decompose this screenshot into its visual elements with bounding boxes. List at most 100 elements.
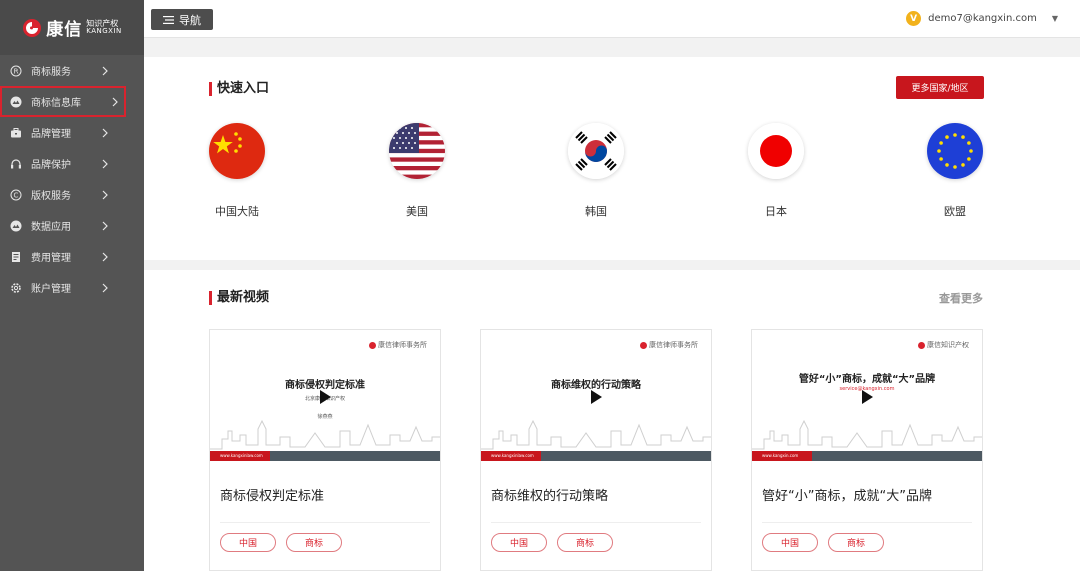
sidebar-item-label: 费用管理 [31,253,71,264]
bill-icon [10,251,22,263]
brand-logo[interactable]: 康信 知识产权 KANGXIN [0,0,144,55]
user-menu[interactable]: V demo7@kangxin.com ▼ [906,11,1058,26]
sidebar-item-label: 品牌保护 [31,160,71,171]
headset-icon [10,158,22,170]
brand-name: 康信 [46,20,83,40]
video-thumbnail[interactable]: 康信知识产权 管好“小”商标，成就“大”品牌 service@kangxin.c… [752,330,982,461]
video-thumbnail[interactable]: 康信律师事务所 商标侵权判定标准 北京康信知识产权 徐燕燕 www.kangxi… [210,330,440,461]
video-card[interactable]: 康信律师事务所 商标侵权判定标准 北京康信知识产权 徐燕燕 www.kangxi… [209,329,441,571]
quick-entry-title: 快速入口 [209,82,269,96]
briefcase-icon [10,127,22,139]
usa-flag-icon[interactable] [389,123,445,179]
top-bar: 导航 V demo7@kangxin.com ▼ [144,0,1080,38]
tag-category[interactable]: 商标 [828,533,884,552]
data-icon [10,220,22,232]
sidebar-item-brand-management[interactable]: 品牌管理 [0,117,144,148]
thumbnail-title: 商标侵权判定标准 [285,380,365,391]
navigation-button-label: 导航 [179,13,201,27]
quick-entry-panel: 快速入口 更多国家/地区 中国大陆 美国 韩国 日本 欧盟 [144,57,1080,260]
china-flag-icon[interactable] [209,123,265,179]
chevron-right-icon [98,157,112,171]
video-thumbnail[interactable]: 康信律师事务所 商标维权的行动策略 www.kangxinlaw.com [481,330,711,461]
brand-sub-en: KANGXIN [86,27,122,35]
thumbnail-url: www.kangxin.com [752,451,812,461]
chevron-right-icon [98,188,112,202]
chevron-right-icon [98,64,112,78]
vip-badge-icon: V [906,11,922,26]
video-title[interactable]: 商标侵权判定标准 [220,485,324,504]
sidebar-item-label: 账户管理 [31,284,71,295]
logo-dot-icon [918,341,925,349]
latest-videos-panel: 最新视频 查看更多 康信律师事务所 商标侵权判定标准 北京康信知识产权 徐燕燕 … [144,270,1080,571]
divider [491,522,701,523]
region-label[interactable]: 欧盟 [915,203,995,219]
database-icon [10,96,22,108]
thumbnail-url: www.kangxinlaw.com [210,451,270,461]
play-icon[interactable] [862,390,873,404]
tag-region[interactable]: 中国 [762,533,818,552]
sidebar: 康信 知识产权 KANGXIN R 商标服务 商标信息库 品牌管理 品牌保护 C… [0,0,144,571]
thumbnail-title: 管好“小”商标，成就“大”品牌 [798,374,936,385]
tag-region[interactable]: 中国 [491,533,547,552]
registered-icon: R [10,65,22,77]
latest-videos-title: 最新视频 [209,291,269,305]
sidebar-item-label: 商标服务 [31,67,71,78]
chevron-right-icon [98,250,112,264]
sidebar-item-label: 数据应用 [31,222,71,233]
region-label[interactable]: 美国 [377,203,457,219]
chevron-right-icon [98,126,112,140]
chevron-right-icon [108,95,122,109]
sidebar-item-fee-management[interactable]: 费用管理 [0,241,144,272]
city-skyline-icon [210,419,440,450]
video-card[interactable]: 康信知识产权 管好“小”商标，成就“大”品牌 service@kangxin.c… [751,329,983,571]
gear-icon [10,282,22,294]
thumbnail-title: 商标维权的行动策略 [551,380,641,391]
navigation-button[interactable]: 导航 [151,9,213,30]
chevron-right-icon [98,281,112,295]
sidebar-item-trademark-service[interactable]: R 商标服务 [0,55,144,86]
region-label[interactable]: 中国大陆 [197,203,277,219]
sidebar-item-label: 版权服务 [31,191,71,202]
sidebar-item-trademark-database[interactable]: 商标信息库 [0,86,126,117]
copyright-icon: C [10,189,22,201]
more-regions-button[interactable]: 更多国家/地区 [896,76,984,99]
city-skyline-icon [481,419,711,450]
svg-text:R: R [14,67,19,75]
tag-region[interactable]: 中国 [220,533,276,552]
sidebar-item-copyright-service[interactable]: C 版权服务 [0,179,144,210]
play-icon[interactable] [320,390,331,404]
view-more-link[interactable]: 查看更多 [939,290,983,306]
sidebar-menu: R 商标服务 商标信息库 品牌管理 品牌保护 C 版权服务 数据应用 费用管理 … [0,55,144,303]
sidebar-item-account-management[interactable]: 账户管理 [0,272,144,303]
user-email: demo7@kangxin.com [928,13,1037,24]
eu-flag-icon[interactable] [927,123,983,179]
menu-lines-icon [163,15,174,24]
play-icon[interactable] [591,390,602,404]
divider [220,522,430,523]
logo-dot-icon [369,341,376,349]
sidebar-item-label: 品牌管理 [31,129,71,140]
thumbnail-logo: 康信知识产权 [918,340,969,350]
thumbnail-logo: 康信律师事务所 [640,340,698,350]
sidebar-item-data-application[interactable]: 数据应用 [0,210,144,241]
city-skyline-icon [752,419,982,450]
video-card[interactable]: 康信律师事务所 商标维权的行动策略 www.kangxinlaw.com 商标维… [480,329,712,571]
tag-category[interactable]: 商标 [557,533,613,552]
video-title[interactable]: 管好“小”商标，成就“大”品牌 [762,485,932,504]
region-label[interactable]: 日本 [736,203,816,219]
region-label[interactable]: 韩国 [556,203,636,219]
video-title[interactable]: 商标维权的行动策略 [491,485,608,504]
sidebar-item-brand-protection[interactable]: 品牌保护 [0,148,144,179]
kangxin-logo-icon [23,18,42,37]
tag-category[interactable]: 商标 [286,533,342,552]
korea-flag-icon[interactable] [568,123,624,179]
divider [762,522,972,523]
svg-text:C: C [14,191,19,199]
thumbnail-url: www.kangxinlaw.com [481,451,541,461]
sidebar-item-label: 商标信息库 [31,98,81,109]
thumbnail-logo: 康信律师事务所 [369,340,427,350]
logo-dot-icon [640,341,647,349]
chevron-right-icon [98,219,112,233]
japan-flag-icon[interactable] [748,123,804,179]
caret-down-icon[interactable]: ▼ [1052,14,1058,23]
